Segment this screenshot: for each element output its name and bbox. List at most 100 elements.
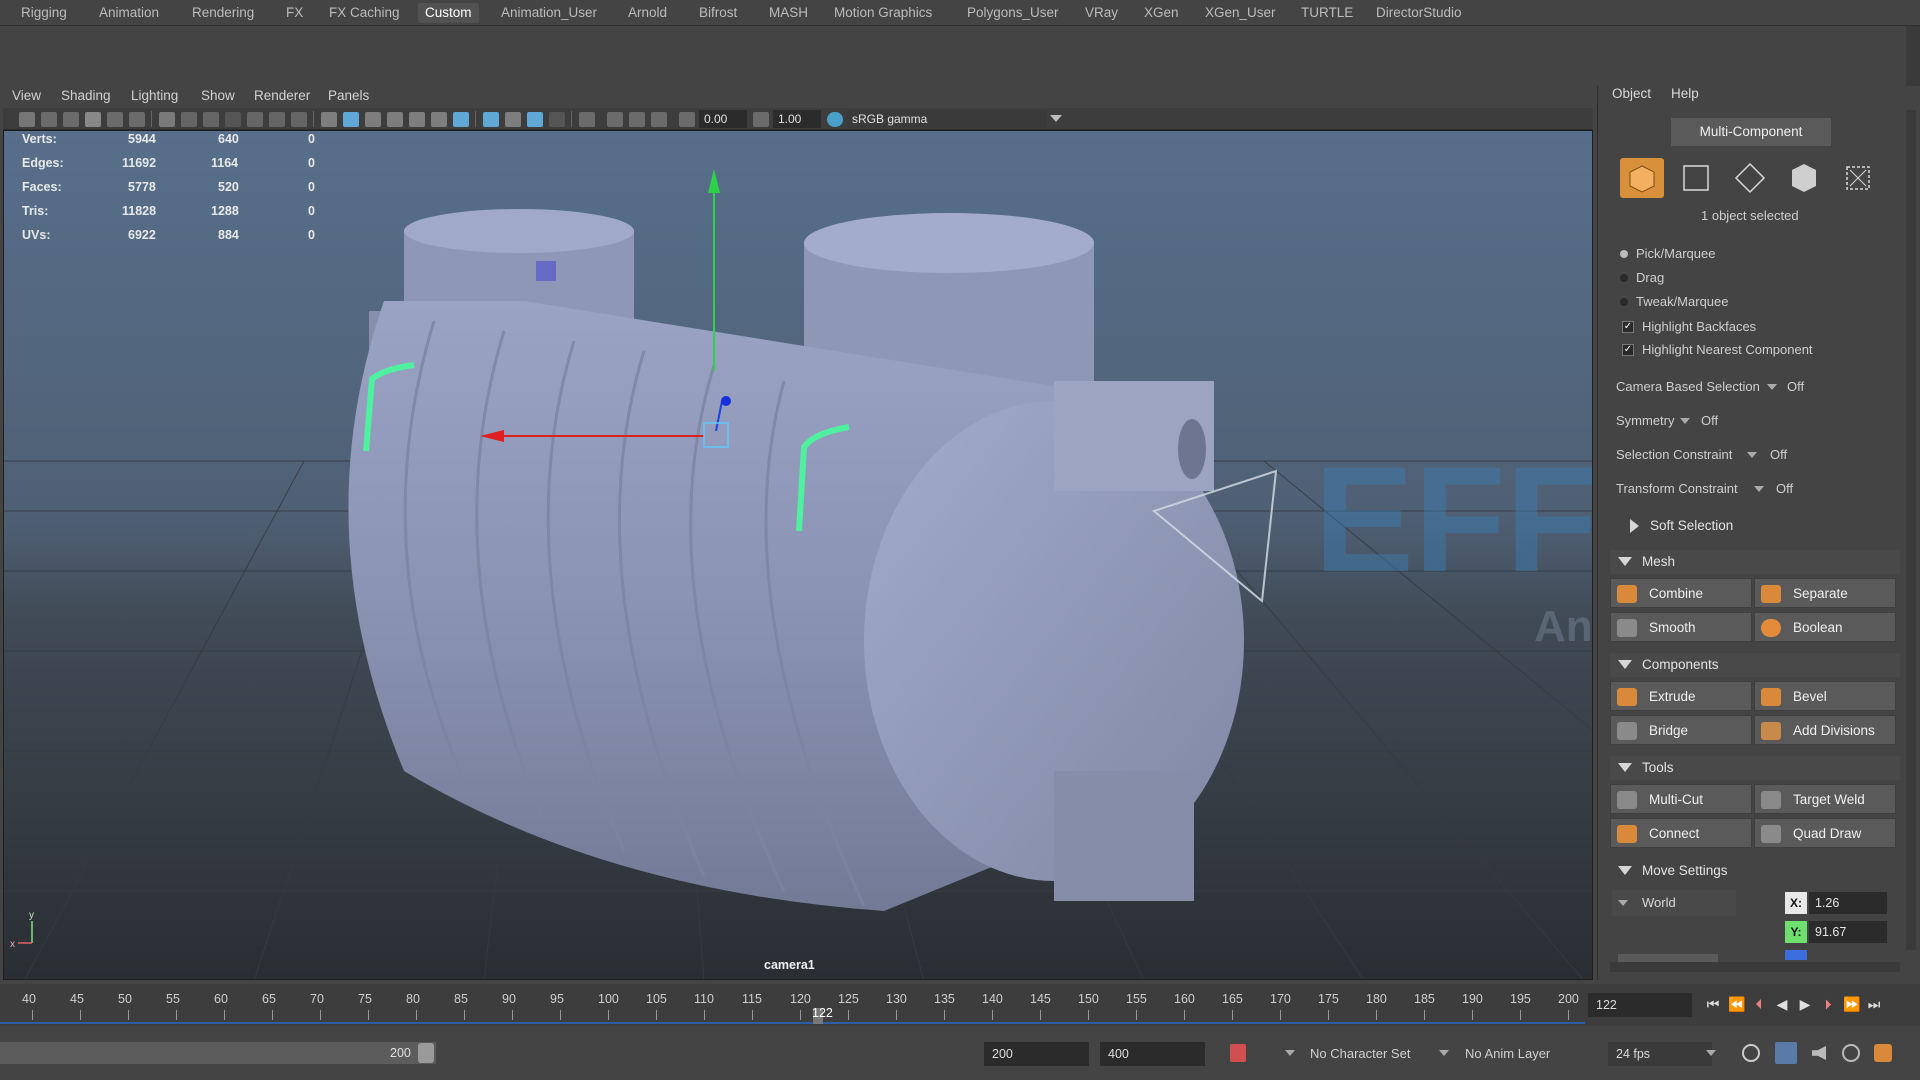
shelf-tab-fx-caching[interactable]: FX Caching xyxy=(322,3,407,23)
edit-pivot-button[interactable] xyxy=(1618,954,1718,962)
current-frame-field[interactable]: 122 xyxy=(1588,993,1692,1017)
menu-help[interactable]: Help xyxy=(1671,86,1699,101)
step-back-key-icon[interactable]: ⏪ xyxy=(1728,996,1745,1012)
shelf-tab-arnold[interactable]: Arnold xyxy=(621,3,674,23)
transform-constraint-value[interactable]: Off xyxy=(1776,481,1793,496)
shelf-tab-animation-user[interactable]: Animation_User xyxy=(494,3,604,23)
x-value-field[interactable]: 1.26 xyxy=(1809,892,1887,914)
edge-mode-icon[interactable] xyxy=(1728,158,1772,198)
safe-action-icon[interactable] xyxy=(269,112,285,127)
selection-constraint-dropdown-icon[interactable] xyxy=(1747,452,1757,458)
sound-icon[interactable] xyxy=(1812,1046,1826,1060)
wireframe-on-shaded-icon[interactable] xyxy=(387,112,403,127)
radio-tweak-marquee[interactable] xyxy=(1620,298,1628,306)
grid-icon[interactable] xyxy=(159,112,175,127)
menu-shading[interactable]: Shading xyxy=(61,88,111,103)
components-section-header[interactable]: Components xyxy=(1610,653,1900,677)
symmetry-dropdown-icon[interactable] xyxy=(1680,418,1690,424)
field-chart-icon[interactable] xyxy=(247,112,263,127)
fps-dropdown[interactable]: 24 fps xyxy=(1608,1042,1712,1066)
soft-selection-header[interactable]: Soft Selection xyxy=(1610,514,1900,538)
chevron-down-icon[interactable] xyxy=(1050,115,1062,122)
viewport-3d[interactable]: EFFE Animation xyxy=(3,130,1593,980)
image-plane-icon[interactable] xyxy=(85,112,101,127)
shadows-icon[interactable] xyxy=(453,112,469,127)
symmetry-value[interactable]: Off xyxy=(1701,413,1718,428)
shelf-tab-turtle[interactable]: TURTLE xyxy=(1294,3,1360,23)
animation-end-field[interactable]: 200 xyxy=(984,1042,1089,1066)
gate-mask-icon[interactable] xyxy=(225,112,241,127)
screen-space-ao-icon[interactable] xyxy=(483,112,499,127)
smooth-button[interactable]: Smooth xyxy=(1610,612,1752,642)
add-divisions-button[interactable]: Add Divisions xyxy=(1754,715,1896,745)
selection-constraint-value[interactable]: Off xyxy=(1770,447,1787,462)
vertex-mode-icon[interactable] xyxy=(1674,158,1718,198)
menu-view[interactable]: View xyxy=(12,88,41,103)
play-forward-icon[interactable]: ▶ xyxy=(1797,996,1813,1012)
panel-horizontal-scrollbar[interactable] xyxy=(1610,962,1900,972)
move-settings-section-header[interactable]: Move Settings xyxy=(1610,859,1900,883)
quad-draw-button[interactable]: Quad Draw xyxy=(1754,818,1896,848)
gamma-field[interactable]: 1.00 xyxy=(773,110,821,128)
shelf-tab-polygons-user[interactable]: Polygons_User xyxy=(960,3,1066,23)
object-mode-icon[interactable] xyxy=(1620,158,1664,198)
space-dropdown[interactable]: World xyxy=(1612,890,1736,916)
xray-icon[interactable] xyxy=(409,112,425,127)
go-to-end-icon[interactable]: ⏭ xyxy=(1866,996,1882,1012)
cache-playback-icon[interactable] xyxy=(1775,1042,1797,1064)
menu-lighting[interactable]: Lighting xyxy=(131,88,178,103)
extrude-button[interactable]: Extrude xyxy=(1610,681,1752,711)
boolean-button[interactable]: Boolean xyxy=(1754,612,1896,642)
chevron-down-icon[interactable] xyxy=(1439,1050,1449,1056)
resolution-gate-icon[interactable] xyxy=(203,112,219,127)
shelf-tab-animation[interactable]: Animation xyxy=(92,3,166,23)
shelf-tab-rendering[interactable]: Rendering xyxy=(185,3,261,23)
menu-object[interactable]: Object xyxy=(1612,86,1651,101)
use-all-lights-icon[interactable] xyxy=(431,112,447,127)
shelf-tab-bifrost[interactable]: Bifrost xyxy=(692,3,744,23)
face-mode-icon[interactable] xyxy=(1782,158,1826,198)
connect-button[interactable]: Connect xyxy=(1610,818,1752,848)
xray-active-components-icon[interactable] xyxy=(629,112,645,127)
menu-renderer[interactable]: Renderer xyxy=(254,88,310,103)
y-axis-button[interactable]: Y: xyxy=(1785,921,1807,943)
time-editor-icon[interactable] xyxy=(1842,1044,1860,1062)
separate-button[interactable]: Separate xyxy=(1754,578,1896,608)
z-axis-button[interactable] xyxy=(1785,950,1807,960)
shelf-tab-motion-graphics[interactable]: Motion Graphics xyxy=(827,3,939,23)
menu-show[interactable]: Show xyxy=(201,88,235,103)
multi-component-button[interactable]: Multi-Component xyxy=(1671,118,1831,146)
motion-blur-icon[interactable] xyxy=(505,112,521,127)
bevel-button[interactable]: Bevel xyxy=(1754,681,1896,711)
default-material-icon[interactable] xyxy=(365,112,381,127)
next-key-icon[interactable]: ⏵ xyxy=(1820,996,1836,1012)
shelf-tab-mash[interactable]: MASH xyxy=(762,3,815,23)
depth-of-field-icon[interactable] xyxy=(549,112,565,127)
prev-key-icon[interactable]: ⏴ xyxy=(1751,996,1767,1012)
range-slider-handle[interactable] xyxy=(418,1043,434,1063)
shelf-tab-rigging[interactable]: Rigging xyxy=(14,3,74,23)
backface-culling-icon[interactable] xyxy=(651,112,667,127)
loop-icon[interactable] xyxy=(1742,1044,1760,1062)
chevron-down-icon[interactable] xyxy=(1285,1050,1295,1056)
wireframe-icon[interactable] xyxy=(321,112,337,127)
go-to-start-icon[interactable]: ⏮ xyxy=(1705,996,1721,1012)
target-weld-button[interactable]: Target Weld xyxy=(1754,784,1896,814)
xray-joints-icon[interactable] xyxy=(607,112,623,127)
time-slider[interactable]: 122 40 45 50 55 60 65 70 75 80 85 90 95 100 105 110 115… xyxy=(0,984,1585,1026)
uv-mode-icon[interactable] xyxy=(1836,158,1880,198)
shelf-tab-custom[interactable]: Custom xyxy=(418,3,479,23)
gamma-reset-icon[interactable] xyxy=(753,112,769,127)
max-time-field[interactable]: 400 xyxy=(1100,1042,1205,1066)
shelf-tab-fx[interactable]: FX xyxy=(279,3,310,23)
view-transform-dropdown[interactable]: sRGB gamma xyxy=(847,110,1047,128)
multi-cut-button[interactable]: Multi-Cut xyxy=(1610,784,1752,814)
mesh-section-header[interactable]: Mesh xyxy=(1610,550,1900,574)
two-d-pan-icon[interactable] xyxy=(107,112,123,127)
anim-layer-dropdown[interactable]: No Anim Layer xyxy=(1465,1046,1550,1061)
exposure-field[interactable]: 0.00 xyxy=(699,110,747,128)
auto-key-icon[interactable] xyxy=(1230,1044,1246,1062)
radio-drag[interactable] xyxy=(1620,274,1628,282)
highlight-backfaces-checkbox[interactable]: ✓ xyxy=(1622,321,1634,333)
safe-title-icon[interactable] xyxy=(291,112,307,127)
